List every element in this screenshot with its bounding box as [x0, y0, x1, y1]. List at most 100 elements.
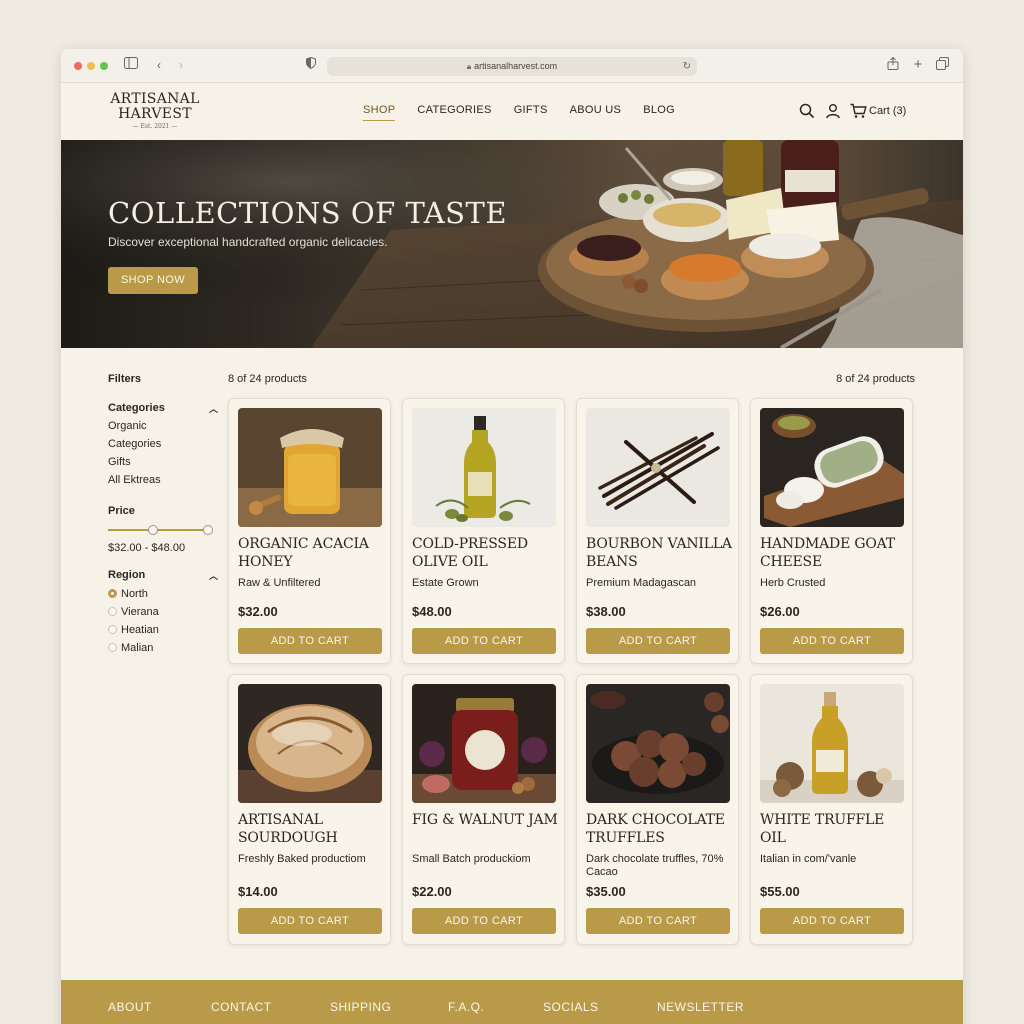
privacy-shield-icon[interactable] — [303, 56, 319, 73]
product-count-right: 8 of 24 products — [836, 373, 915, 385]
shop-now-button[interactable]: SHOP NOW — [108, 267, 198, 294]
jam-jar-image[interactable] — [412, 684, 556, 803]
price-slider-max-handle[interactable] — [203, 525, 213, 535]
product-card[interactable]: WHITE TRUFFLE OIL Italian in com/'vanle … — [750, 674, 913, 945]
footer-link-contact[interactable]: CONTACT — [211, 1000, 272, 1014]
add-to-cart-button[interactable]: ADD TO CART — [760, 908, 904, 934]
product-card[interactable]: FIG & WALNUT JAM Small Batch produckiom … — [402, 674, 565, 945]
product-price: $55.00 — [760, 884, 800, 899]
product-card[interactable]: BOURBON VANILLA BEANS Premium Madagascan… — [576, 398, 739, 664]
account-icon[interactable] — [825, 103, 843, 121]
region-label: Vierana — [121, 606, 159, 618]
product-price: $14.00 — [238, 884, 278, 899]
add-to-cart-button[interactable]: ADD TO CART — [238, 628, 382, 654]
product-name[interactable]: HANDMADE GOAT CHEESE — [760, 535, 908, 571]
category-all-extras[interactable]: All Ektreas — [108, 471, 218, 489]
category-gifts[interactable]: Gifts — [108, 453, 218, 471]
product-name[interactable]: DARK CHOCOLATE TRUFFLES — [586, 811, 734, 847]
region-option-heatian[interactable]: Heatian — [108, 621, 218, 639]
product-card[interactable]: DARK CHOCOLATE TRUFFLES Dark chocolate t… — [576, 674, 739, 945]
maximize-window-button[interactable] — [100, 62, 108, 70]
product-description: Italian in com/'vanle — [760, 853, 857, 865]
product-name[interactable]: WHITE TRUFFLE OIL — [760, 811, 908, 847]
product-card[interactable]: ORGANIC ACACIA HONEY Raw & Unfiltered $3… — [228, 398, 391, 664]
site-logo[interactable]: ARTISANAL HARVEST — Est. 2021 — — [101, 92, 209, 131]
product-count: 8 of 24 products — [228, 373, 307, 385]
region-option-vierana[interactable]: Vierana — [108, 603, 218, 621]
add-to-cart-button[interactable]: ADD TO CART — [586, 628, 730, 654]
add-to-cart-button[interactable]: ADD TO CART — [586, 908, 730, 934]
sourdough-loaf-image[interactable] — [238, 684, 382, 803]
cart-icon[interactable] — [850, 103, 868, 121]
category-categories[interactable]: Categories — [108, 435, 218, 453]
footer-link-newsletter[interactable]: NEWSLETTER — [657, 1000, 744, 1014]
tabs-overview-icon[interactable] — [934, 57, 950, 73]
radio-icon[interactable] — [108, 625, 117, 634]
product-name[interactable]: FIG & WALNUT JAM — [412, 811, 560, 829]
vanilla-beans-image[interactable] — [586, 408, 730, 527]
share-icon[interactable] — [885, 56, 901, 73]
footer-link-faq[interactable]: F.A.Q. — [448, 1000, 484, 1014]
region-option-malian[interactable]: Malian — [108, 639, 218, 657]
hero-banner: COLLECTIONS OF TASTE Discover exceptiona… — [61, 140, 963, 348]
forward-icon[interactable]: › — [173, 57, 189, 73]
sidebar-toggle-icon[interactable] — [123, 57, 139, 73]
product-name[interactable]: COLD-PRESSED OLIVE OIL — [412, 535, 560, 571]
product-description: Dark chocolate truffles, 70% Cacao — [586, 853, 724, 878]
product-price: $22.00 — [412, 884, 452, 899]
product-card[interactable]: ARTISANAL SOURDOUGH Freshly Baked produc… — [228, 674, 391, 945]
nav-categories[interactable]: CATEGORIES — [417, 104, 491, 121]
product-name[interactable]: BOURBON VANILLA BEANS — [586, 535, 734, 571]
truffles-image[interactable] — [586, 684, 730, 803]
price-slider[interactable] — [108, 521, 218, 541]
url-text: artisanalharvest.com — [474, 61, 558, 71]
back-icon[interactable]: ‹ — [151, 57, 167, 73]
nav-about-us[interactable]: ABOU US — [570, 104, 622, 121]
olive-oil-bottle-image[interactable] — [412, 408, 556, 527]
browser-toolbar: ‹ › 🔒︎ artisanalharvest.com ↻ + — [61, 49, 963, 83]
add-to-cart-button[interactable]: ADD TO CART — [412, 628, 556, 654]
goat-cheese-image[interactable] — [760, 408, 904, 527]
nav-shop[interactable]: SHOP — [363, 104, 396, 121]
truffle-oil-image[interactable] — [760, 684, 904, 803]
region-option-north[interactable]: North — [108, 585, 218, 603]
region-label: Malian — [121, 642, 154, 654]
close-window-button[interactable] — [74, 62, 82, 70]
filter-categories-header[interactable]: Categories ︿ — [108, 402, 218, 414]
cart-button[interactable]: Cart (3) — [869, 105, 906, 117]
category-organic[interactable]: Organic — [108, 417, 218, 435]
add-to-cart-button[interactable]: ADD TO CART — [760, 628, 904, 654]
product-card[interactable]: HANDMADE GOAT CHEESE Herb Crusted $26.00… — [750, 398, 913, 664]
product-card[interactable]: COLD-PRESSED OLIVE OIL Estate Grown $48.… — [402, 398, 565, 664]
minimize-window-button[interactable] — [87, 62, 95, 70]
product-price: $38.00 — [586, 604, 626, 619]
footer-link-shipping[interactable]: SHIPPING — [330, 1000, 391, 1014]
logo-line-2: HARVEST — [118, 106, 192, 122]
radio-icon[interactable] — [108, 607, 117, 616]
filter-categories: Categories ︿ Organic Categories Gifts Al… — [108, 402, 218, 489]
chevron-up-icon[interactable]: ︿ — [209, 402, 218, 415]
product-price: $35.00 — [586, 884, 626, 899]
radio-selected-icon[interactable] — [108, 589, 117, 598]
price-slider-min-handle[interactable] — [148, 525, 158, 535]
region-label: North — [121, 588, 148, 600]
reload-icon[interactable]: ↻ — [683, 57, 691, 76]
chevron-up-icon[interactable]: ︿ — [209, 569, 218, 582]
add-to-cart-button[interactable]: ADD TO CART — [238, 908, 382, 934]
product-description: Premium Madagascan — [586, 577, 697, 589]
footer-link-socials[interactable]: SOCIALS — [543, 1000, 599, 1014]
filter-region-header[interactable]: Region ︿ — [108, 569, 218, 581]
nav-blog[interactable]: BLOG — [643, 104, 675, 121]
add-to-cart-button[interactable]: ADD TO CART — [412, 908, 556, 934]
new-tab-icon[interactable]: + — [910, 57, 926, 73]
product-name[interactable]: ORGANIC ACACIA HONEY — [238, 535, 386, 571]
footer-link-about[interactable]: ABOUT — [108, 1000, 152, 1014]
product-name[interactable]: ARTISANAL SOURDOUGH — [238, 811, 386, 847]
radio-icon[interactable] — [108, 643, 117, 652]
address-bar[interactable]: 🔒︎ artisanalharvest.com ↻ — [327, 57, 697, 76]
nav-gifts[interactable]: GIFTS — [514, 104, 548, 121]
search-icon[interactable] — [799, 103, 817, 121]
price-range-text: $32.00 - $48.00 — [108, 542, 186, 554]
product-description: Small Batch produckiom — [412, 853, 531, 865]
honey-jar-image[interactable] — [238, 408, 382, 527]
